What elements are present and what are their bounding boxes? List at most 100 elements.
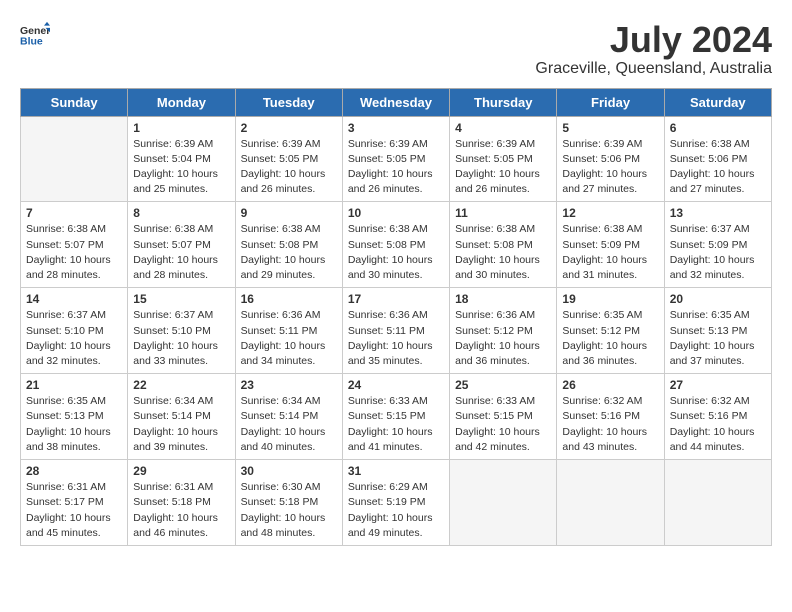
- week-row-4: 21Sunrise: 6:35 AMSunset: 5:13 PMDayligh…: [21, 374, 772, 460]
- calendar-cell: 23Sunrise: 6:34 AMSunset: 5:14 PMDayligh…: [235, 374, 342, 460]
- logo: General Blue: [20, 20, 50, 50]
- cell-info: Sunrise: 6:36 AMSunset: 5:11 PMDaylight:…: [348, 308, 444, 369]
- calendar-cell: 14 Sunrise: 6:37 AMSunset: 5:10 PMDayligh…: [21, 288, 128, 374]
- day-number: 27: [670, 378, 766, 392]
- day-number: 29: [133, 464, 229, 478]
- day-number: 8: [133, 206, 229, 220]
- calendar-cell: 24 Sunrise: 6:33 AMSunset: 5:15 PMDayligh…: [342, 374, 449, 460]
- day-number: 19: [562, 292, 658, 306]
- calendar-cell: 6 Sunrise: 6:38 AMSunset: 5:06 PMDaylight…: [664, 116, 771, 202]
- day-number: 6: [670, 121, 766, 135]
- cell-info: Sunrise: 6:33 AMSunset: 5:15 PMDaylight:…: [348, 394, 444, 455]
- day-number: 14: [26, 292, 122, 306]
- cell-info: Sunrise: 6:38 AMSunset: 5:06 PMDaylight:…: [670, 137, 766, 198]
- column-header-tuesday: Tuesday: [235, 88, 342, 116]
- day-number: 5: [562, 121, 658, 135]
- cell-info: Sunrise: 6:32 AMSunset: 5:16 PMDaylight:…: [562, 394, 658, 455]
- calendar-cell: [557, 460, 664, 546]
- day-number: 17: [348, 292, 444, 306]
- cell-info: Sunrise: 6:39 AMSunset: 5:04 PMDaylight:…: [133, 137, 229, 198]
- day-number: 7: [26, 206, 122, 220]
- cell-info: Sunrise: 6:38 AMSunset: 5:08 PMDaylight:…: [455, 222, 551, 283]
- calendar-cell: 4 Sunrise: 6:39 AMSunset: 5:05 PMDaylight…: [450, 116, 557, 202]
- location-subtitle: Graceville, Queensland, Australia: [535, 60, 772, 78]
- cell-info: Sunrise: 6:38 AMSunset: 5:07 PMDaylight:…: [133, 222, 229, 283]
- calendar-body: 1 Sunrise: 6:39 AMSunset: 5:04 PMDaylight…: [21, 116, 772, 545]
- calendar-table: SundayMondayTuesdayWednesdayThursdayFrid…: [20, 88, 772, 546]
- week-row-2: 7 Sunrise: 6:38 AMSunset: 5:07 PMDaylight…: [21, 202, 772, 288]
- calendar-cell: 13Sunrise: 6:37 AMSunset: 5:09 PMDayligh…: [664, 202, 771, 288]
- day-number: 1: [133, 121, 229, 135]
- day-number: 30: [241, 464, 337, 478]
- cell-info: Sunrise: 6:34 AMSunset: 5:14 PMDaylight:…: [241, 394, 337, 455]
- cell-info: Sunrise: 6:38 AMSunset: 5:08 PMDaylight:…: [241, 222, 337, 283]
- day-number: 21: [26, 378, 122, 392]
- cell-info: Sunrise: 6:34 AMSunset: 5:14 PMDaylight:…: [133, 394, 229, 455]
- page-header: General Blue July 2024 Graceville, Queen…: [20, 20, 772, 78]
- day-number: 15: [133, 292, 229, 306]
- title-block: July 2024 Graceville, Queensland, Austra…: [535, 20, 772, 78]
- column-header-friday: Friday: [557, 88, 664, 116]
- svg-text:Blue: Blue: [20, 35, 43, 47]
- day-number: 11: [455, 206, 551, 220]
- calendar-cell: 18Sunrise: 6:36 AMSunset: 5:12 PMDayligh…: [450, 288, 557, 374]
- day-number: 25: [455, 378, 551, 392]
- cell-info: Sunrise: 6:32 AMSunset: 5:16 PMDaylight:…: [670, 394, 766, 455]
- calendar-cell: 11 Sunrise: 6:38 AMSunset: 5:08 PMDayligh…: [450, 202, 557, 288]
- day-number: 10: [348, 206, 444, 220]
- cell-info: Sunrise: 6:39 AMSunset: 5:05 PMDaylight:…: [241, 137, 337, 198]
- cell-info: Sunrise: 6:39 AMSunset: 5:05 PMDaylight:…: [348, 137, 444, 198]
- calendar-cell: 5 Sunrise: 6:39 AMSunset: 5:06 PMDaylight…: [557, 116, 664, 202]
- cell-info: Sunrise: 6:31 AMSunset: 5:17 PMDaylight:…: [26, 480, 122, 541]
- day-number: 13: [670, 206, 766, 220]
- calendar-cell: 10 Sunrise: 6:38 AMSunset: 5:08 PMDayligh…: [342, 202, 449, 288]
- cell-info: Sunrise: 6:38 AMSunset: 5:07 PMDaylight:…: [26, 222, 122, 283]
- cell-info: Sunrise: 6:35 AMSunset: 5:12 PMDaylight:…: [562, 308, 658, 369]
- month-year-title: July 2024: [535, 20, 772, 60]
- cell-info: Sunrise: 6:30 AMSunset: 5:18 PMDaylight:…: [241, 480, 337, 541]
- calendar-cell: [450, 460, 557, 546]
- cell-info: Sunrise: 6:29 AMSunset: 5:19 PMDaylight:…: [348, 480, 444, 541]
- calendar-cell: 21Sunrise: 6:35 AMSunset: 5:13 PMDayligh…: [21, 374, 128, 460]
- day-number: 12: [562, 206, 658, 220]
- column-header-thursday: Thursday: [450, 88, 557, 116]
- day-number: 26: [562, 378, 658, 392]
- day-number: 20: [670, 292, 766, 306]
- day-number: 16: [241, 292, 337, 306]
- calendar-cell: 9 Sunrise: 6:38 AMSunset: 5:08 PMDaylight…: [235, 202, 342, 288]
- column-header-wednesday: Wednesday: [342, 88, 449, 116]
- day-number: 24: [348, 378, 444, 392]
- calendar-cell: 3Sunrise: 6:39 AMSunset: 5:05 PMDaylight…: [342, 116, 449, 202]
- calendar-cell: 25Sunrise: 6:33 AMSunset: 5:15 PMDayligh…: [450, 374, 557, 460]
- day-number: 22: [133, 378, 229, 392]
- calendar-cell: 17 Sunrise: 6:36 AMSunset: 5:11 PMDayligh…: [342, 288, 449, 374]
- cell-info: Sunrise: 6:38 AMSunset: 5:09 PMDaylight:…: [562, 222, 658, 283]
- day-number: 2: [241, 121, 337, 135]
- calendar-cell: [21, 116, 128, 202]
- calendar-cell: 26 Sunrise: 6:32 AMSunset: 5:16 PMDayligh…: [557, 374, 664, 460]
- cell-info: Sunrise: 6:35 AMSunset: 5:13 PMDaylight:…: [670, 308, 766, 369]
- calendar-cell: 29Sunrise: 6:31 AMSunset: 5:18 PMDayligh…: [128, 460, 235, 546]
- calendar-cell: [664, 460, 771, 546]
- day-number: 18: [455, 292, 551, 306]
- calendar-cell: 2 Sunrise: 6:39 AMSunset: 5:05 PMDaylight…: [235, 116, 342, 202]
- calendar-cell: 7 Sunrise: 6:38 AMSunset: 5:07 PMDaylight…: [21, 202, 128, 288]
- calendar-cell: 28Sunrise: 6:31 AMSunset: 5:17 PMDayligh…: [21, 460, 128, 546]
- day-number: 31: [348, 464, 444, 478]
- calendar-cell: 22 Sunrise: 6:34 AMSunset: 5:14 PMDayligh…: [128, 374, 235, 460]
- cell-info: Sunrise: 6:39 AMSunset: 5:05 PMDaylight:…: [455, 137, 551, 198]
- day-number: 4: [455, 121, 551, 135]
- cell-info: Sunrise: 6:39 AMSunset: 5:06 PMDaylight:…: [562, 137, 658, 198]
- cell-info: Sunrise: 6:37 AMSunset: 5:10 PMDaylight:…: [133, 308, 229, 369]
- calendar-cell: 20 Sunrise: 6:35 AMSunset: 5:13 PMDayligh…: [664, 288, 771, 374]
- calendar-cell: 8 Sunrise: 6:38 AMSunset: 5:07 PMDaylight…: [128, 202, 235, 288]
- calendar-cell: 27 Sunrise: 6:32 AMSunset: 5:16 PMDayligh…: [664, 374, 771, 460]
- week-row-1: 1 Sunrise: 6:39 AMSunset: 5:04 PMDaylight…: [21, 116, 772, 202]
- cell-info: Sunrise: 6:37 AMSunset: 5:10 PMDaylight:…: [26, 308, 122, 369]
- column-header-saturday: Saturday: [664, 88, 771, 116]
- cell-info: Sunrise: 6:38 AMSunset: 5:08 PMDaylight:…: [348, 222, 444, 283]
- week-row-3: 14 Sunrise: 6:37 AMSunset: 5:10 PMDayligh…: [21, 288, 772, 374]
- day-number: 9: [241, 206, 337, 220]
- calendar-cell: 15 Sunrise: 6:37 AMSunset: 5:10 PMDayligh…: [128, 288, 235, 374]
- calendar-cell: 12 Sunrise: 6:38 AMSunset: 5:09 PMDayligh…: [557, 202, 664, 288]
